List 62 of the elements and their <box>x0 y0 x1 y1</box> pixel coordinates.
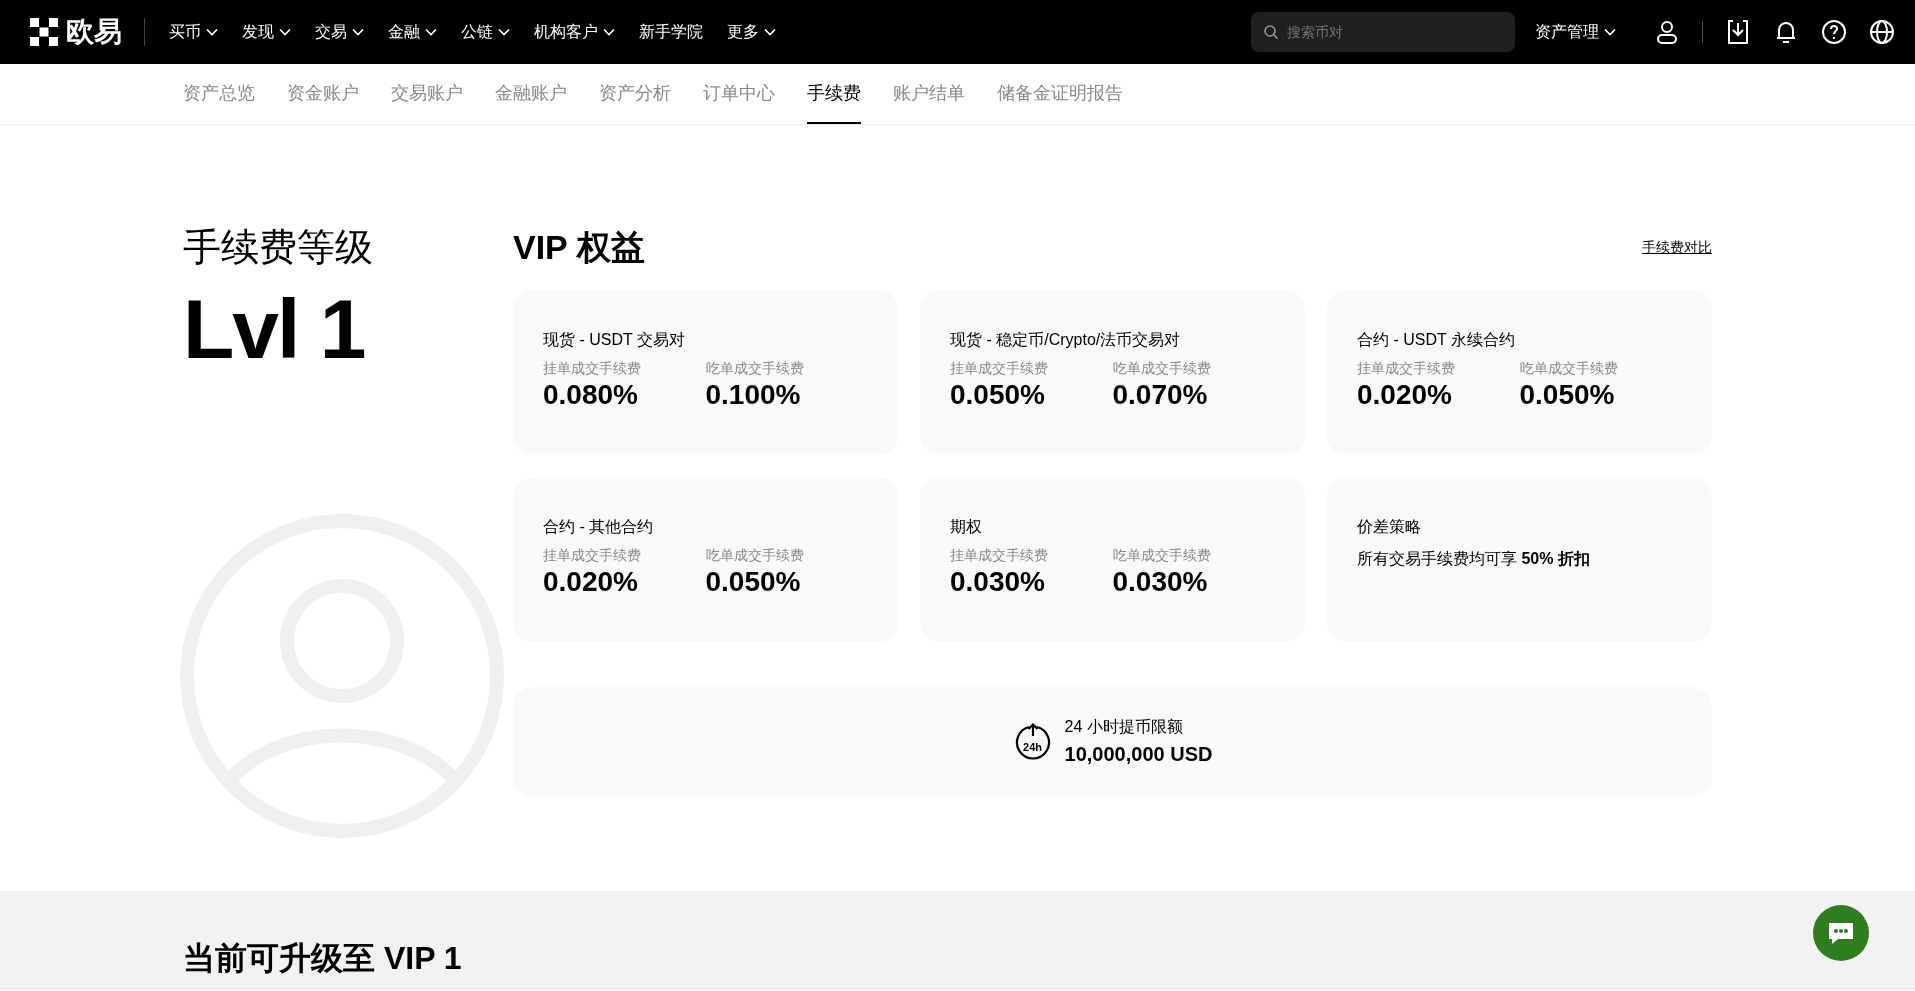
account-tab[interactable]: 手续费 <box>807 64 861 124</box>
nav-menu-item[interactable]: 公链 <box>449 20 522 44</box>
download-icon[interactable] <box>1725 19 1751 45</box>
help-icon[interactable] <box>1821 19 1847 45</box>
fee-rate: 0.070% <box>1112 378 1209 411</box>
account-tab[interactable]: 订单中心 <box>703 64 775 124</box>
fee-rate: 0.020% <box>1357 378 1453 411</box>
fee-rate: 0.050% <box>1519 378 1616 411</box>
card-title: 现货 - 稳定币/Crypto/法币交易对 <box>950 329 1182 350</box>
nav-menu-item[interactable]: 买币 <box>157 20 230 44</box>
fee-label: 挂单成交手续费 <box>950 545 1049 565</box>
nav-menu-item[interactable]: 新手学院 <box>627 20 715 44</box>
nav-menu-item[interactable]: 发现 <box>230 20 303 44</box>
account-tab[interactable]: 资金账户 <box>287 64 359 124</box>
card-title: 期权 <box>950 516 983 537</box>
card-title: 现货 - USDT 交易对 <box>543 329 686 350</box>
withdrawal-limit: 10,000,000 USD <box>1064 741 1213 767</box>
fee-label: 吃单成交手续费 <box>1112 545 1212 565</box>
fee-rate: 0.030% <box>950 565 1046 598</box>
fee-rate: 0.100% <box>705 378 802 411</box>
logo-text[interactable]: 欧易 <box>66 18 122 46</box>
account-tab[interactable]: 账户结单 <box>893 64 965 124</box>
fee-level-value: Lvl 1 <box>183 286 366 371</box>
fee-rate: 0.050% <box>705 565 802 598</box>
card-title: 价差策略 <box>1357 516 1422 537</box>
account-tab[interactable]: 资产总览 <box>183 64 255 124</box>
fee-rate: 0.050% <box>950 378 1046 411</box>
account-tab[interactable]: 金融账户 <box>495 64 567 124</box>
section-title: VIP 权益 <box>513 227 645 268</box>
fee-label: 吃单成交手续费 <box>1112 358 1212 378</box>
fee-label: 挂单成交手续费 <box>950 358 1049 378</box>
fee-compare-link[interactable]: 手续费对比 <box>1642 236 1712 258</box>
account-tab[interactable]: 交易账户 <box>391 64 463 124</box>
fee-label: 挂单成交手续费 <box>543 358 642 378</box>
user-icon[interactable] <box>1654 19 1680 45</box>
nav-menu-item[interactable]: 交易 <box>303 20 376 44</box>
withdrawal-label: 24 小时提币限额 <box>1064 716 1184 737</box>
globe-icon[interactable] <box>1869 19 1895 45</box>
fee-label: 吃单成交手续费 <box>1519 358 1619 378</box>
fee-label: 挂单成交手续费 <box>1357 358 1456 378</box>
fee-rate: 0.080% <box>543 378 639 411</box>
fee-label: 吃单成交手续费 <box>705 358 805 378</box>
fee-rate: 0.030% <box>1112 565 1209 598</box>
upgrade-title: 当前可升级至 VIP 1 <box>183 941 463 977</box>
nav-menu-item[interactable]: 更多 <box>715 20 788 44</box>
fee-rate: 0.020% <box>543 565 639 598</box>
fee-label: 吃单成交手续费 <box>705 545 805 565</box>
search-icon <box>1263 24 1279 40</box>
assets-menu[interactable]: 资产管理 <box>1523 20 1628 44</box>
nav-menu-item[interactable]: 机构客户 <box>522 20 627 44</box>
account-tab[interactable]: 储备金证明报告 <box>997 64 1123 124</box>
nav-menu-item[interactable]: 金融 <box>376 20 449 44</box>
card-title: 合约 - 其他合约 <box>543 516 655 537</box>
search-field[interactable]: 搜索币对 <box>1251 12 1515 52</box>
chat-icon <box>1826 920 1856 946</box>
fee-level-title: 手续费等级 <box>183 227 374 269</box>
discount-text: 所有交易手续费均可享 50% 折扣 <box>1357 548 1591 569</box>
fee-label: 挂单成交手续费 <box>543 545 642 565</box>
chat-button[interactable] <box>1813 905 1869 961</box>
logo-icon[interactable] <box>30 18 58 46</box>
card-title: 合约 - USDT 永续合约 <box>1357 329 1516 350</box>
account-tab[interactable]: 资产分析 <box>599 64 671 124</box>
